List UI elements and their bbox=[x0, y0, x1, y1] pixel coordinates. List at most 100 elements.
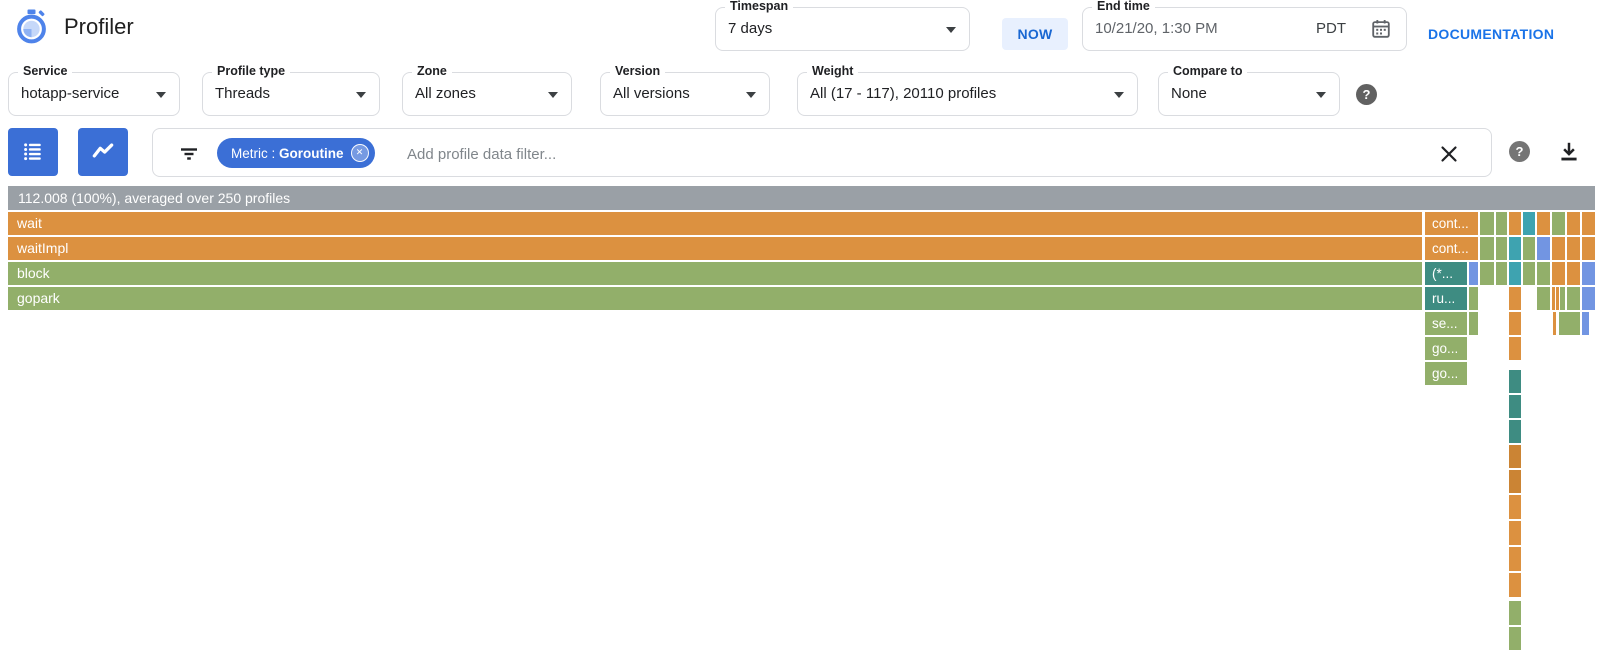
flame-frame[interactable] bbox=[1567, 212, 1580, 235]
chip-value: Goroutine bbox=[279, 146, 344, 161]
flame-frame[interactable] bbox=[1537, 237, 1550, 260]
flame-frame[interactable]: (*... bbox=[1425, 262, 1467, 285]
flame-frame[interactable] bbox=[1552, 262, 1565, 285]
flame-frame[interactable] bbox=[1567, 262, 1580, 285]
flame-frame[interactable] bbox=[1509, 573, 1521, 597]
chevron-down-icon bbox=[1114, 92, 1124, 98]
chevron-down-icon bbox=[746, 92, 756, 98]
filter-value: All zones bbox=[403, 73, 571, 115]
now-button[interactable]: NOW bbox=[1002, 18, 1068, 50]
stopwatch-icon bbox=[14, 9, 50, 45]
flame-frame[interactable] bbox=[1553, 312, 1556, 335]
flame-frame[interactable] bbox=[1582, 237, 1595, 260]
flame-frame[interactable] bbox=[1567, 287, 1580, 310]
help-icon[interactable]: ? bbox=[1356, 84, 1377, 105]
flame-frame[interactable] bbox=[1496, 212, 1507, 235]
flame-frame[interactable] bbox=[1552, 237, 1565, 260]
timespan-value: 7 days bbox=[716, 8, 969, 50]
flame-frame[interactable] bbox=[1509, 395, 1521, 418]
flame-frame[interactable] bbox=[1469, 287, 1478, 310]
flame-frame[interactable] bbox=[1496, 237, 1507, 260]
flame-frame[interactable]: go... bbox=[1425, 362, 1467, 385]
flame-frame[interactable] bbox=[1509, 287, 1521, 310]
clear-filter-icon[interactable] bbox=[1437, 142, 1461, 166]
flame-frame[interactable] bbox=[1523, 262, 1535, 285]
flame-frame[interactable] bbox=[1537, 287, 1550, 310]
flame-frame[interactable] bbox=[1567, 237, 1580, 260]
chevron-down-icon bbox=[1316, 92, 1326, 98]
flame-frame[interactable] bbox=[1509, 495, 1521, 519]
flame-frame[interactable]: block bbox=[8, 262, 1422, 285]
flame-frame[interactable] bbox=[1509, 601, 1521, 625]
download-icon[interactable] bbox=[1556, 139, 1582, 165]
flame-frame[interactable] bbox=[1559, 312, 1580, 335]
filter-input[interactable] bbox=[405, 138, 1109, 170]
timespan-select[interactable]: Timespan 7 days bbox=[715, 7, 970, 51]
timezone-label: PDT bbox=[1316, 8, 1346, 50]
flame-frame[interactable] bbox=[1509, 370, 1521, 393]
flame-frame[interactable] bbox=[1560, 287, 1565, 310]
flame-frame[interactable]: waitImpl bbox=[8, 237, 1422, 260]
flame-frame[interactable] bbox=[1582, 262, 1595, 285]
history-chart-button[interactable] bbox=[78, 128, 128, 176]
list-view-button[interactable] bbox=[8, 128, 58, 176]
chevron-down-icon bbox=[156, 92, 166, 98]
end-time-label: End time bbox=[1092, 0, 1155, 13]
filter-compare-to-select[interactable]: Compare toNone bbox=[1158, 72, 1340, 116]
chevron-down-icon bbox=[946, 27, 956, 33]
filter-service-select[interactable]: Servicehotapp-service bbox=[8, 72, 180, 116]
flame-frame[interactable] bbox=[1480, 237, 1494, 260]
documentation-link[interactable]: DOCUMENTATION bbox=[1428, 26, 1554, 42]
filter-label: Service bbox=[18, 64, 72, 78]
flame-frame[interactable]: wait bbox=[8, 212, 1422, 235]
flame-frame[interactable] bbox=[1509, 212, 1521, 235]
flame-frame[interactable] bbox=[1509, 521, 1521, 545]
flame-frame[interactable] bbox=[1523, 212, 1535, 235]
flame-frame[interactable] bbox=[1552, 212, 1565, 235]
flame-frame[interactable] bbox=[1509, 312, 1521, 335]
line-chart-icon bbox=[90, 138, 116, 164]
filter-version-select[interactable]: VersionAll versions bbox=[600, 72, 770, 116]
filter-profile-type-select[interactable]: Profile typeThreads bbox=[202, 72, 380, 116]
calendar-icon[interactable] bbox=[1370, 18, 1392, 40]
flame-frame[interactable]: cont... bbox=[1425, 237, 1478, 260]
flame-frame[interactable] bbox=[1509, 627, 1521, 650]
flame-frame[interactable]: cont... bbox=[1425, 212, 1478, 235]
flame-frame[interactable]: go... bbox=[1425, 337, 1467, 360]
chip-prefix: Metric : bbox=[231, 146, 279, 161]
flame-frame[interactable] bbox=[1537, 212, 1550, 235]
flame-frame[interactable] bbox=[1469, 262, 1478, 285]
flame-frame[interactable]: gopark bbox=[8, 287, 1422, 310]
flame-frame[interactable] bbox=[1496, 262, 1507, 285]
flame-frame[interactable] bbox=[1582, 212, 1595, 235]
remove-chip-icon[interactable]: ✕ bbox=[351, 144, 369, 162]
flame-frame[interactable]: ru... bbox=[1425, 287, 1467, 310]
page-title: Profiler bbox=[64, 14, 134, 40]
flame-frame[interactable] bbox=[1582, 287, 1595, 310]
flame-frame[interactable] bbox=[1509, 420, 1521, 443]
flame-frame[interactable] bbox=[1509, 547, 1521, 571]
filter-zone-select[interactable]: ZoneAll zones bbox=[402, 72, 572, 116]
filter-value: None bbox=[1159, 73, 1339, 115]
flame-frame[interactable] bbox=[1509, 237, 1521, 260]
flame-frame[interactable] bbox=[1556, 287, 1559, 310]
flame-frame[interactable]: se... bbox=[1425, 312, 1467, 335]
flame-frame[interactable] bbox=[1582, 312, 1589, 335]
flame-frame[interactable] bbox=[1509, 445, 1521, 468]
flame-frame[interactable] bbox=[1552, 287, 1555, 310]
metric-goroutine-chip[interactable]: Metric : Goroutine ✕ bbox=[217, 138, 375, 168]
filter-weight-select[interactable]: WeightAll (17 - 117), 20110 profiles bbox=[797, 72, 1138, 116]
flame-frame[interactable] bbox=[1509, 470, 1521, 493]
flame-frame[interactable] bbox=[1523, 237, 1535, 260]
flame-root-bar[interactable]: 112.008 (100%), averaged over 250 profil… bbox=[8, 186, 1595, 210]
filter-label: Zone bbox=[412, 64, 452, 78]
flame-frame[interactable] bbox=[1509, 262, 1521, 285]
flame-frame[interactable] bbox=[1469, 312, 1478, 335]
end-time-field[interactable]: End time 10/21/20, 1:30 PM PDT bbox=[1082, 7, 1407, 51]
flame-frame[interactable] bbox=[1537, 262, 1550, 285]
flame-frame[interactable] bbox=[1509, 337, 1521, 360]
help-icon[interactable]: ? bbox=[1509, 141, 1530, 162]
flame-frame[interactable] bbox=[1480, 262, 1494, 285]
flame-frame[interactable] bbox=[1480, 212, 1494, 235]
filter-value: All versions bbox=[601, 73, 769, 115]
